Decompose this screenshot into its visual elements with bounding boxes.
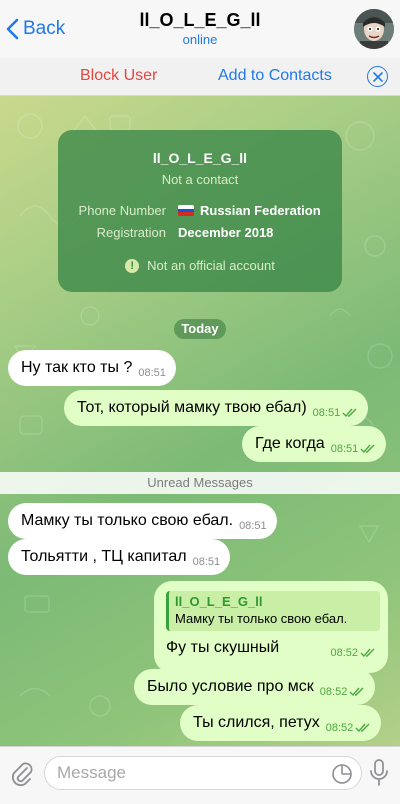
registration-value: December 2018 (178, 225, 274, 240)
message-input-field[interactable] (44, 756, 362, 790)
quote-text: Мамку ты только свою ебал. (175, 611, 348, 626)
avatar[interactable] (354, 9, 394, 49)
sticker-icon (332, 764, 352, 784)
paperclip-icon (11, 762, 33, 787)
chat-header: Back ll_O_L_E_G_ll online (0, 0, 400, 58)
message-incoming[interactable]: Мамку ты только свою ебал. 08:51 (8, 503, 277, 539)
card-name: ll_O_L_E_G_ll (152, 150, 248, 166)
contact-info-card: ll_O_L_E_G_ll Not a contact Phone Number… (58, 130, 342, 292)
chat-title-area[interactable]: ll_O_L_E_G_ll online (0, 10, 400, 47)
phone-number-value: Russian Federation (178, 203, 321, 218)
message-text: Ты слился, петух (193, 714, 320, 731)
message-outgoing[interactable]: Тот, который мамку твою ебал) 08:51 (64, 390, 369, 426)
message-composer (0, 746, 400, 804)
block-user-button[interactable]: Block User (80, 67, 157, 85)
message-outgoing[interactable]: Было условие про мск 08:52 (134, 669, 376, 705)
card-contact-status: Not a contact (161, 172, 239, 187)
note-text: Not an official account (147, 258, 275, 273)
phone-country: Russian Federation (200, 203, 321, 218)
message-text: Фу ты скушный (166, 639, 280, 656)
official-account-note: ! Not an official account (58, 258, 342, 273)
message-time: 08:51 (330, 443, 359, 455)
registration-label: Registration (96, 225, 166, 240)
message-time: 08:51 (192, 556, 221, 568)
message-outgoing-reply[interactable]: ll_O_L_E_G_ll Мамку ты только свою ебал.… (154, 581, 388, 673)
message-time-wrap: 08:52 (330, 647, 376, 659)
message-outgoing[interactable]: Где когда 08:51 (242, 426, 387, 462)
sticker-button[interactable] (331, 763, 353, 790)
chat-area[interactable]: ll_O_L_E_G_ll Not a contact Phone Number… (0, 96, 400, 746)
read-checkmarks-icon (360, 648, 375, 658)
microphone-icon (370, 759, 388, 786)
read-checkmarks-icon (342, 408, 357, 418)
close-icon (372, 71, 383, 82)
read-checkmarks-icon (355, 723, 370, 733)
message-time: 08:51 (239, 520, 267, 532)
voice-record-button[interactable] (370, 759, 388, 792)
message-time: 08:52 (319, 686, 348, 698)
add-to-contacts-button[interactable]: Add to Contacts (218, 67, 332, 85)
message-time: 08:51 (312, 407, 341, 419)
message-text: Ну так кто ты ? (21, 359, 133, 376)
close-action-bar-button[interactable] (367, 66, 388, 87)
message-time: 08:52 (330, 647, 358, 659)
message-text: Было условие про мск (147, 678, 314, 695)
message-text: Тольятти , ТЦ капитал (21, 548, 187, 565)
message-text: Где когда (255, 435, 325, 452)
date-divider: Today (174, 319, 226, 339)
message-text: Тот, который мамку твою ебал) (77, 399, 307, 416)
message-incoming[interactable]: Ну так кто ты ? 08:51 (8, 350, 176, 386)
message-incoming[interactable]: Тольятти , ТЦ капитал 08:51 (8, 539, 231, 575)
russia-flag-icon (178, 205, 194, 216)
message-text: Мамку ты только свою ебал. (21, 512, 234, 529)
read-checkmarks-icon (349, 687, 364, 697)
chat-title: ll_O_L_E_G_ll (139, 10, 261, 30)
quote-author: ll_O_L_E_G_ll (175, 594, 263, 609)
message-outgoing[interactable]: Ты слился, петух 08:52 (180, 705, 382, 741)
chat-status: online (182, 32, 218, 47)
read-checkmarks-icon (360, 444, 375, 454)
phone-number-label: Phone Number (78, 203, 166, 218)
message-time: 08:51 (138, 367, 166, 379)
reply-quote[interactable]: ll_O_L_E_G_ll Мамку ты только свою ебал. (166, 591, 380, 631)
exclamation-icon: ! (125, 258, 140, 273)
message-time: 08:52 (325, 722, 354, 734)
unread-messages-divider: Unread Messages (0, 472, 400, 494)
contact-action-bar: Block User Add to Contacts (0, 58, 400, 96)
message-input[interactable] (57, 763, 317, 783)
attach-button[interactable] (10, 759, 34, 792)
